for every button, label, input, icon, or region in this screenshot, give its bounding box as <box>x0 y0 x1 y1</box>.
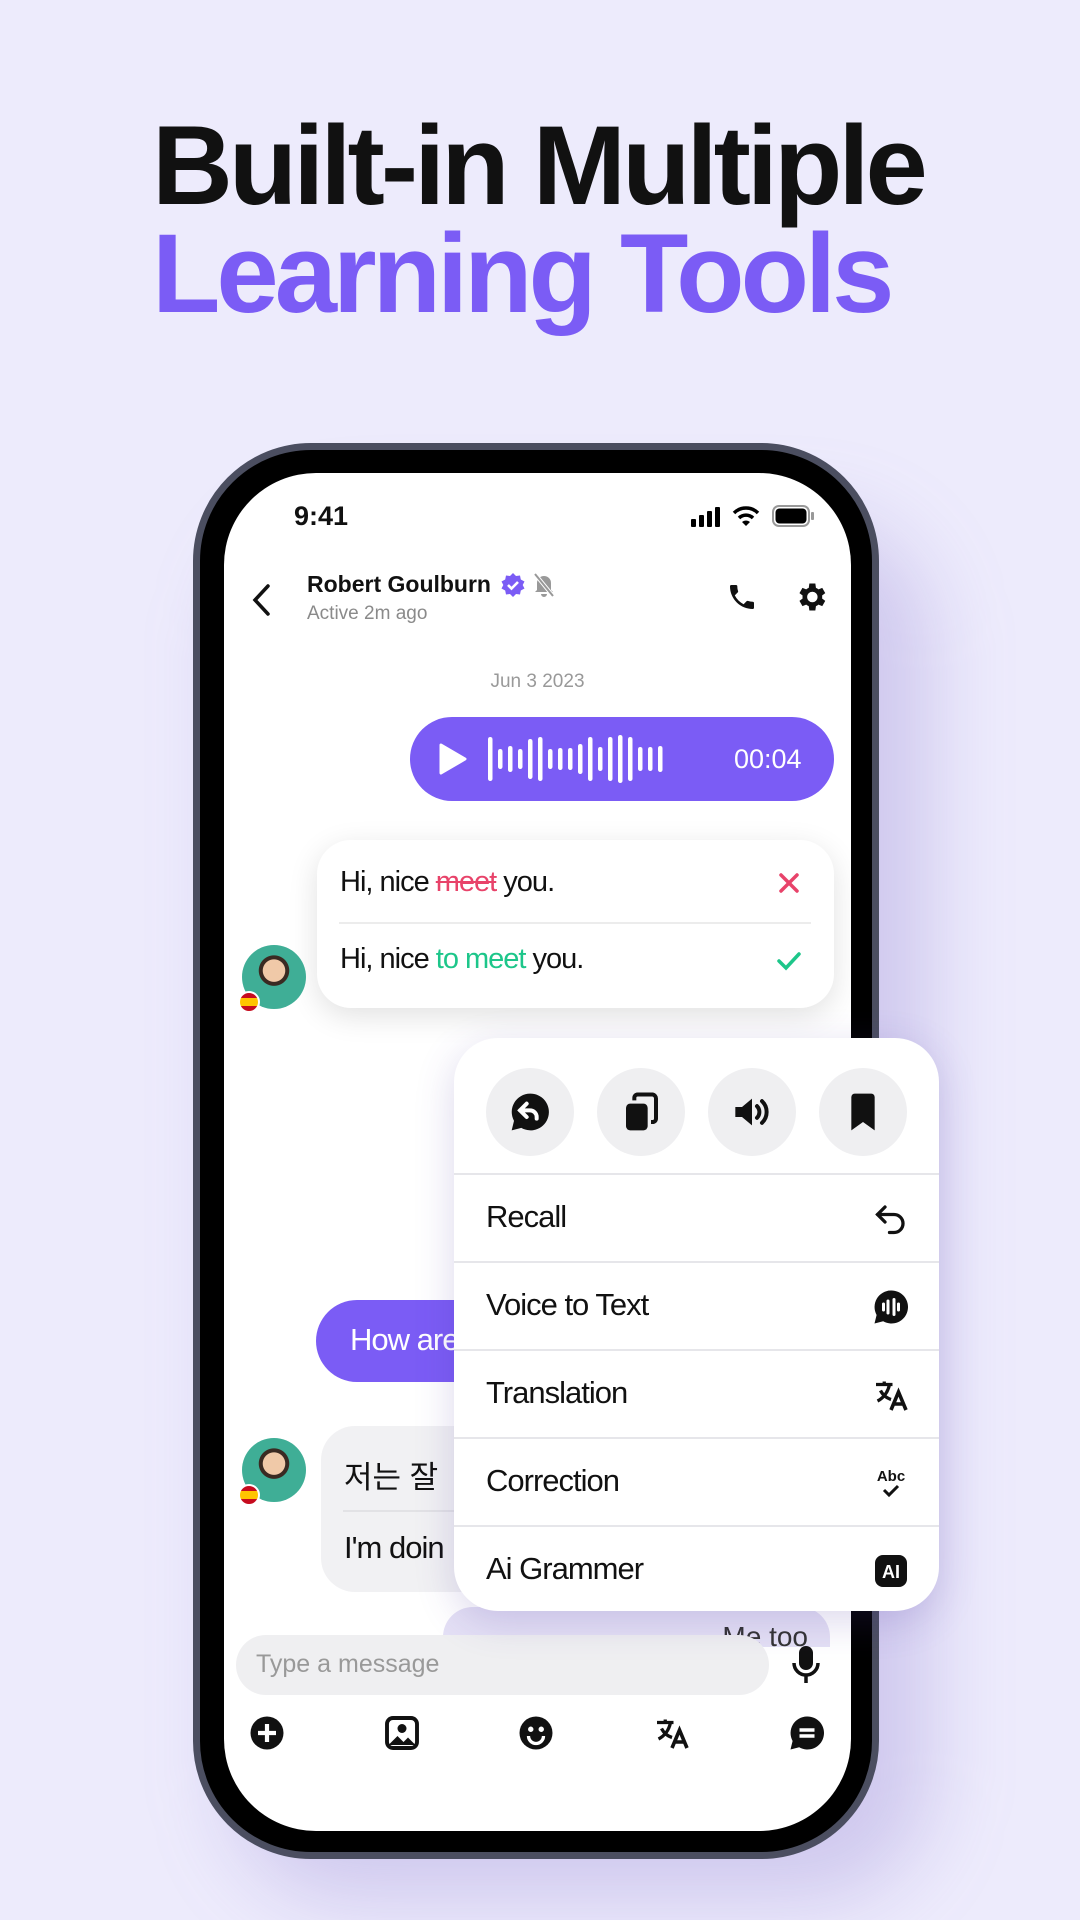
verified-badge-icon <box>501 573 525 597</box>
menu-item-label: Recall <box>486 1199 567 1234</box>
received-english-text: I'm doin <box>344 1530 445 1565</box>
microphone-icon[interactable] <box>792 1645 820 1685</box>
waveform-bar <box>638 747 643 771</box>
avatar[interactable] <box>238 1438 306 1506</box>
menu-item-voice-to-text[interactable]: Voice to Text <box>454 1261 939 1349</box>
waveform-bar <box>588 737 593 781</box>
spain-flag-icon <box>238 991 260 1013</box>
menu-item-ai-grammar[interactable]: Ai Grammer AI <box>454 1525 939 1611</box>
waveform-bar <box>538 737 543 781</box>
message-placeholder: Type a message <box>256 1650 440 1678</box>
date-separator: Jun 3 2023 <box>490 671 585 692</box>
waveform-bar <box>568 748 573 770</box>
abc-check-icon: Abc <box>877 1468 905 1498</box>
waveform-bar <box>648 747 653 771</box>
menu-item-label: Translation <box>486 1375 628 1410</box>
speaker-icon <box>735 1098 769 1126</box>
emoji-icon[interactable] <box>518 1715 554 1751</box>
waveform-bar <box>608 737 613 781</box>
signal-icon <box>691 507 720 527</box>
waveform-bar <box>528 739 533 779</box>
waveform-bar <box>618 735 623 783</box>
menu-item-label: Ai Grammer <box>486 1551 644 1586</box>
headline-line2: Learning Tools <box>152 211 894 336</box>
corrected-sentence: Hi, nice to meet you. <box>340 943 584 975</box>
close-icon <box>779 873 799 893</box>
voice-bubble-icon <box>874 1290 909 1324</box>
waveform-bar <box>598 747 603 771</box>
bookmark-button[interactable] <box>819 1068 907 1156</box>
voice-message-bubble[interactable]: 00:04 <box>410 717 834 801</box>
reply-button[interactable] <box>486 1068 574 1156</box>
sent-message-text: How are <box>350 1322 459 1357</box>
voice-duration: 00:04 <box>734 744 802 774</box>
bookmark-icon <box>851 1093 875 1131</box>
undo-icon <box>875 1205 905 1235</box>
speak-button[interactable] <box>708 1068 796 1156</box>
waveform-bar <box>518 749 523 769</box>
original-sentence: Hi, nice meet you. <box>340 866 555 898</box>
wifi-icon <box>732 506 760 526</box>
contact-name[interactable]: Robert Goulburn <box>307 571 491 598</box>
translate-icon <box>876 1381 908 1411</box>
muted-bell-icon <box>533 572 555 598</box>
waveform-bar <box>548 749 553 769</box>
battery-icon <box>772 505 814 527</box>
phone-icon[interactable] <box>726 581 758 613</box>
avatar[interactable] <box>238 945 306 1013</box>
gear-icon[interactable] <box>793 579 829 615</box>
copy-icon <box>626 1092 658 1131</box>
waveform-bar <box>498 749 503 769</box>
translate-icon[interactable] <box>654 1715 690 1751</box>
copy-button[interactable] <box>597 1068 685 1156</box>
menu-item-label: Voice to Text <box>486 1287 649 1322</box>
message-input[interactable]: Type a message <box>236 1635 769 1695</box>
status-time: 9:41 <box>294 501 349 531</box>
check-icon <box>777 952 801 971</box>
spain-flag-icon <box>238 1484 260 1506</box>
plus-icon[interactable] <box>249 1715 285 1751</box>
menu-item-label: Correction <box>486 1463 620 1498</box>
context-menu: Recall Voice to Text Translation Correct… <box>454 1038 939 1611</box>
svg-text:AI: AI <box>882 1562 900 1582</box>
divider <box>339 922 811 924</box>
menu-item-correction[interactable]: Correction Abc <box>454 1437 939 1525</box>
waveform-bar <box>578 744 583 774</box>
menu-item-recall[interactable]: Recall <box>454 1173 939 1261</box>
corrected-words: to meet <box>435 943 527 975</box>
image-icon[interactable] <box>384 1715 420 1751</box>
reply-icon <box>511 1093 549 1131</box>
waveform <box>488 735 663 783</box>
correction-card[interactable]: Hi, nice meet you. Hi, nice to meet you. <box>317 840 834 1008</box>
wrong-word: meet <box>435 866 497 898</box>
ai-icon: AI <box>875 1555 907 1587</box>
waveform-bar <box>488 737 493 781</box>
received-korean-text: 저는 잘 <box>344 1460 439 1495</box>
chat-icon[interactable] <box>789 1715 825 1751</box>
waveform-bar <box>658 746 663 772</box>
headline-line1: Built-in Multiple <box>152 103 928 228</box>
menu-item-translation[interactable]: Translation <box>454 1349 939 1437</box>
waveform-bar <box>558 748 563 770</box>
contact-status: Active 2m ago <box>307 603 428 624</box>
back-icon[interactable] <box>250 583 274 617</box>
waveform-bar <box>628 737 633 781</box>
svg-text:Abc: Abc <box>877 1468 905 1485</box>
play-icon[interactable] <box>438 743 468 775</box>
waveform-bar <box>508 746 513 772</box>
